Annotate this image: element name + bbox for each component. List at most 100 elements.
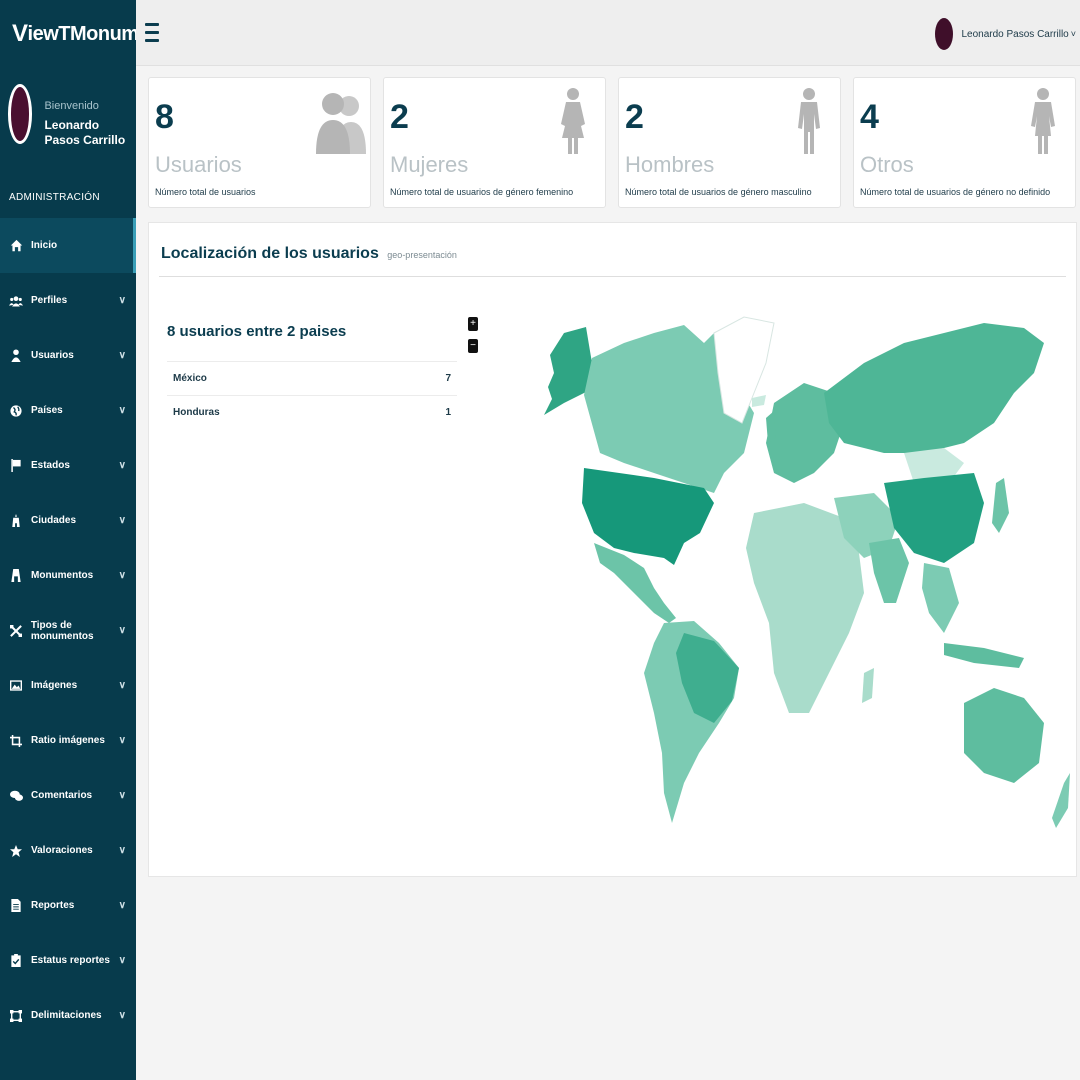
sidebar-menu: Inicio Perfiles ∨ Usuarios ∨ Países ∨ Es…	[0, 218, 136, 1043]
chevron-down-icon: ∨	[118, 350, 126, 361]
map-region-madagascar	[862, 668, 874, 703]
users-icon	[316, 93, 366, 154]
sidebar-item-paises[interactable]: Países ∨	[0, 383, 136, 438]
stat-description: Número total de usuarios	[155, 187, 256, 197]
stat-value: 8	[155, 98, 174, 136]
sidebar-item-label: Inicio	[31, 240, 58, 251]
sidebar-item-delimitaciones[interactable]: Delimitaciones ∨	[0, 988, 136, 1043]
sidebar-item-perfiles[interactable]: Perfiles ∨	[0, 273, 136, 328]
person-icon	[1031, 88, 1055, 154]
world-map[interactable]	[504, 303, 1074, 843]
sidebar-item-label: Ratio imágenes	[31, 735, 105, 746]
sidebar-item-label: Ciudades	[31, 515, 77, 526]
home-icon	[9, 239, 23, 253]
country-table: México 7 Honduras 1	[167, 361, 457, 429]
clipboard-check-icon	[9, 954, 23, 968]
sidebar-item-estatus-reportes[interactable]: Estatus reportes ∨	[0, 933, 136, 988]
user-name: Leonardo Pasos Carrillo	[961, 28, 1069, 40]
user-menu[interactable]: Leonardo Pasos Carrillo ˅	[935, 18, 1076, 50]
stat-card-usuarios: 8 Usuarios Número total de usuarios	[148, 77, 371, 208]
map-region-new-zealand	[1052, 773, 1070, 828]
map-region-australia	[964, 688, 1044, 783]
chevron-down-icon: ∨	[118, 735, 126, 746]
stat-card-hombres: 2 Hombres Número total de usuarios de gé…	[618, 77, 841, 208]
chevron-down-icon: ∨	[118, 1010, 126, 1021]
sidebar-item-label: Imágenes	[31, 680, 78, 691]
globe-icon	[9, 404, 23, 418]
country-name: Honduras	[173, 407, 220, 418]
users-summary: 8 usuarios entre 2 paises	[167, 323, 347, 340]
stat-label: Hombres	[625, 152, 715, 177]
map-region-india	[869, 538, 909, 603]
sidebar-item-usuarios[interactable]: Usuarios ∨	[0, 328, 136, 383]
city-icon	[9, 514, 23, 528]
chevron-down-icon: ∨	[118, 845, 126, 856]
sidebar-item-ciudades[interactable]: Ciudades ∨	[0, 493, 136, 548]
chevron-down-icon: ˅	[1070, 29, 1076, 39]
stat-value: 4	[860, 98, 879, 136]
flag-icon	[9, 459, 23, 473]
brand-logo[interactable]: ViewTMonument	[0, 0, 168, 68]
map-region-russia	[824, 323, 1044, 453]
country-name: México	[173, 373, 207, 384]
sidebar-item-label: Reportes	[31, 900, 75, 911]
sidebar-item-label: Valoraciones	[31, 845, 93, 856]
table-row: Honduras 1	[167, 395, 457, 429]
bounds-icon	[9, 1009, 23, 1023]
country-count: 1	[445, 407, 451, 418]
sidebar-item-inicio[interactable]: Inicio	[0, 218, 136, 273]
table-row: México 7	[167, 361, 457, 395]
brand-v: V	[12, 20, 28, 47]
map-region-japan	[992, 478, 1009, 533]
chevron-down-icon: ∨	[118, 295, 126, 306]
sidebar-item-label: Estados	[31, 460, 70, 471]
avatar	[935, 18, 954, 50]
map-region-greenland	[713, 316, 775, 424]
stat-description: Número total de usuarios de género no de…	[860, 187, 1051, 197]
menu-toggle-icon[interactable]	[145, 23, 159, 43]
sidebar-item-label: Monumentos	[31, 570, 94, 581]
chevron-down-icon: ∨	[118, 900, 126, 911]
crop-icon	[9, 734, 23, 748]
chevron-down-icon: ∨	[118, 680, 126, 691]
sidebar-item-label: Comentarios	[31, 790, 93, 801]
user-location-panel: Localización de los usuarios geo-present…	[148, 222, 1077, 877]
stat-description: Número total de usuarios de género femen…	[390, 187, 574, 197]
chevron-down-icon: ∨	[118, 625, 126, 636]
topbar: Leonardo Pasos Carrillo ˅	[136, 0, 1080, 66]
sidebar-item-reportes[interactable]: Reportes ∨	[0, 878, 136, 933]
profile-name: Leonardo Pasos Carrillo	[44, 118, 126, 147]
sidebar-item-valoraciones[interactable]: Valoraciones ∨	[0, 823, 136, 878]
chevron-down-icon: ∨	[118, 955, 126, 966]
comments-icon	[9, 789, 23, 803]
types-icon	[9, 624, 23, 638]
star-icon	[9, 844, 23, 858]
welcome-text: Bienvenido	[44, 100, 99, 112]
users-group-icon	[9, 294, 23, 308]
chevron-down-icon: ∨	[118, 460, 126, 471]
chevron-down-icon: ∨	[118, 515, 126, 526]
stat-value: 2	[625, 98, 644, 136]
stat-value: 2	[390, 98, 409, 136]
sidebar-item-label: Delimitaciones	[31, 1010, 102, 1021]
stat-description: Número total de usuarios de género mascu…	[625, 187, 812, 197]
stat-label: Usuarios	[155, 152, 242, 177]
divider	[159, 276, 1066, 277]
report-icon	[9, 899, 23, 913]
zoom-out-button[interactable]: −	[468, 339, 478, 353]
zoom-in-button[interactable]: +	[468, 317, 478, 331]
user-icon	[9, 349, 23, 363]
avatar	[8, 84, 33, 144]
sidebar-item-tipos-monumentos[interactable]: Tipos de monumentos ∨	[0, 603, 136, 658]
sidebar-item-comentarios[interactable]: Comentarios ∨	[0, 768, 136, 823]
chevron-down-icon: ∨	[118, 405, 126, 416]
sidebar-item-imagenes[interactable]: Imágenes ∨	[0, 658, 136, 713]
sidebar-item-monumentos[interactable]: Monumentos ∨	[0, 548, 136, 603]
map-region-indonesia	[944, 643, 1024, 668]
chevron-down-icon: ∨	[118, 570, 126, 581]
panel-title-text: Localización de los usuarios	[161, 245, 379, 262]
section-label-admin: ADMINISTRACIÓN	[9, 192, 100, 203]
sidebar-item-ratio-imagenes[interactable]: Ratio imágenes ∨	[0, 713, 136, 768]
sidebar-profile: Bienvenido Leonardo Pasos Carrillo	[0, 68, 136, 178]
sidebar-item-estados[interactable]: Estados ∨	[0, 438, 136, 493]
